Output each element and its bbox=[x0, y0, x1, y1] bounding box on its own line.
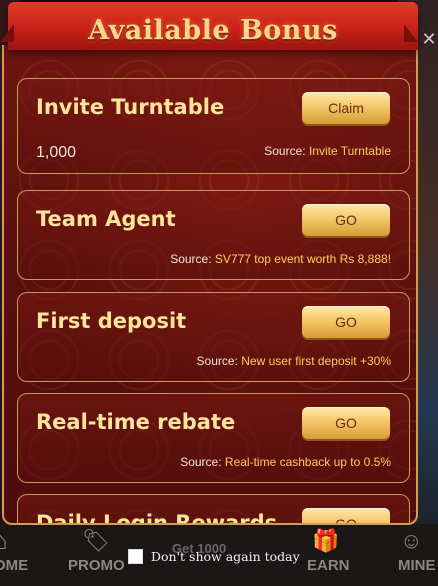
source-value: Invite Turntable bbox=[308, 144, 391, 158]
go-button[interactable]: GO bbox=[302, 407, 390, 439]
modal-title: Available Bonus bbox=[88, 15, 338, 46]
available-bonus-modal: Invite Turntable Claim 1,000 Source: Inv… bbox=[2, 45, 418, 525]
bonus-title: First deposit bbox=[36, 309, 187, 333]
go-button[interactable]: GO bbox=[302, 306, 390, 338]
source-value: New user first deposit +30% bbox=[241, 354, 391, 368]
bonus-amount: 1,000 bbox=[36, 144, 77, 161]
bonus-card-daily-login: Daily Login Rewards GO bbox=[17, 494, 410, 525]
bonus-card-team-agent: Team Agent GO Source: SV777 top event wo… bbox=[17, 190, 410, 280]
home-icon: ⌂ bbox=[0, 525, 8, 556]
source-label: Source: bbox=[180, 455, 222, 469]
gift-icon: 🎁 bbox=[312, 528, 340, 553]
source-value: Real-time cashback up to 0.5% bbox=[224, 455, 391, 469]
user-icon: ☺ bbox=[400, 528, 423, 553]
close-icon[interactable]: ✕ bbox=[420, 30, 438, 48]
nav-mine[interactable]: MINE bbox=[398, 557, 436, 574]
promo-icon: 🏷 bbox=[82, 528, 110, 553]
claim-button[interactable]: Claim bbox=[302, 92, 390, 124]
go-button[interactable]: GO bbox=[302, 508, 390, 523]
bonus-title: Real-time rebate bbox=[36, 410, 236, 434]
title-ribbon: Available Bonus bbox=[0, 0, 426, 64]
dont-show-again-option[interactable]: Don't show again today bbox=[128, 549, 300, 564]
source-value: SV777 top event worth Rs 8,888! bbox=[214, 252, 391, 266]
bonus-source: Source: New user first deposit +30% bbox=[197, 354, 391, 368]
go-button[interactable]: GO bbox=[302, 204, 390, 236]
source-label: Source: bbox=[196, 354, 238, 368]
nav-home[interactable]: OME bbox=[0, 557, 28, 574]
bonus-source: Source: SV777 top event worth Rs 8,888! bbox=[170, 252, 391, 266]
bonus-title: Daily Login Rewards bbox=[36, 511, 278, 525]
bonus-card-first-deposit: First deposit GO Source: New user first … bbox=[17, 292, 410, 382]
source-label: Source: bbox=[170, 252, 212, 266]
dont-show-label: Don't show again today bbox=[151, 549, 300, 564]
dont-show-checkbox[interactable] bbox=[128, 549, 143, 564]
bonus-card-real-time-rebate: Real-time rebate GO Source: Real-time ca… bbox=[17, 393, 410, 483]
source-label: Source: bbox=[264, 144, 306, 158]
bonus-card-invite-turntable: Invite Turntable Claim 1,000 Source: Inv… bbox=[17, 78, 410, 174]
bonus-source: Source: Real-time cashback up to 0.5% bbox=[180, 455, 391, 469]
nav-promo[interactable]: PROMO bbox=[68, 557, 125, 574]
bonus-title: Team Agent bbox=[36, 207, 176, 231]
nav-earn[interactable]: EARN bbox=[307, 557, 350, 574]
bonus-title: Invite Turntable bbox=[36, 95, 225, 119]
bonus-source: Source: Invite Turntable bbox=[264, 144, 391, 158]
